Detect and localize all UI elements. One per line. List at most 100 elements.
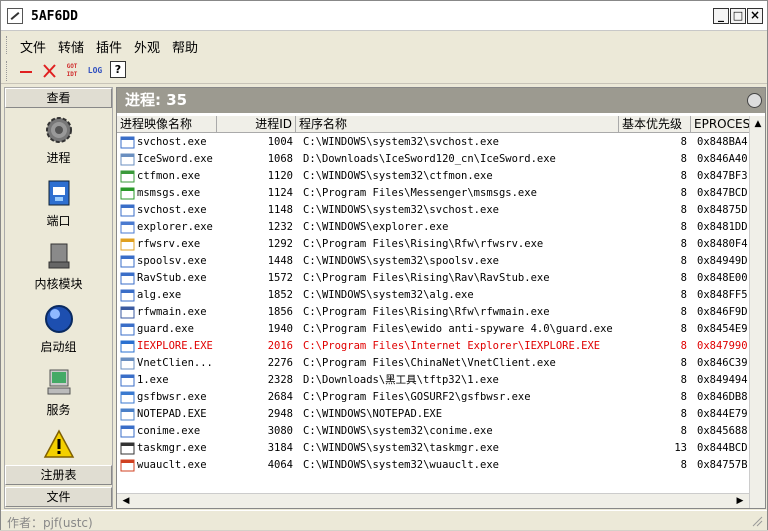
cell-program-path: C:\Program Files\ewido anti-spyware 4.0\… [303, 323, 613, 335]
got-idt-button[interactable]: GOT IDT [63, 61, 81, 81]
cell-pid: 2684 [267, 391, 293, 403]
sidebar-header-view[interactable]: 查看 [5, 88, 112, 108]
notepad-icon [120, 408, 135, 421]
network-port-icon [48, 180, 69, 206]
table-row[interactable]: spoolsv.exe 1448 C:\WINDOWS\system32\spool… [117, 253, 765, 270]
sidebar-item-ports[interactable]: 端口 [5, 177, 112, 229]
cell-base-priority: 8 [680, 340, 687, 352]
sidebar-header-file[interactable]: 文件 [5, 487, 112, 507]
window-icon [120, 272, 135, 285]
scroll-right-arrow[interactable]: ▶ [733, 494, 747, 508]
column-eprocess[interactable]: EPROCESS [691, 116, 749, 133]
sidebar-item-warning[interactable] [5, 429, 112, 461]
table-row[interactable]: 1.exe 2328 D:\Downloads\黑工具\tftp32\1.exe 8 0… [117, 372, 765, 389]
cell-image-name: rfwsrv.exe [137, 238, 201, 250]
table-row[interactable]: VnetClien... 2276 C:\Program Files\ChinaNe… [117, 355, 765, 372]
table-row[interactable]: taskmgr.exe 3184 C:\WINDOWS\system32\taskm… [117, 440, 765, 457]
process-count: 进程: 35 [125, 91, 188, 109]
window-icon [120, 425, 135, 438]
scroll-left-arrow[interactable]: ◀ [119, 494, 133, 508]
column-image-name[interactable]: 进程映像名称 [117, 116, 217, 133]
table-row[interactable]: IEXPLORE.EXE 2016 C:\Program Files\Interne… [117, 338, 765, 355]
toolbar-grip [6, 61, 9, 81]
cell-program-path: C:\WINDOWS\explorer.exe [303, 221, 449, 233]
maximize-button[interactable]: □ [730, 8, 746, 24]
column-base-priority[interactable]: 基本优先级 [619, 116, 691, 133]
menu-plugins[interactable]: 插件 [96, 37, 122, 56]
table-row[interactable]: RavStub.exe 1572 C:\Program Files\Rising\R… [117, 270, 765, 287]
table-row[interactable]: ctfmon.exe 1120 C:\WINDOWS\system32\ctfmon… [117, 168, 765, 185]
menu-dump[interactable]: 转储 [58, 37, 84, 56]
window-icon [120, 323, 135, 336]
cell-program-path: C:\WINDOWS\system32\taskmgr.exe [303, 442, 499, 454]
table-row[interactable]: NOTEPAD.EXE 2948 C:\WINDOWS\NOTEPAD.EXE 8 0x… [117, 406, 765, 423]
sidebar-item-kernel-modules[interactable]: 内核模块 [5, 240, 112, 292]
cell-base-priority: 8 [680, 357, 687, 369]
table-row[interactable]: alg.exe 1852 C:\WINDOWS\system32\alg.exe 8 0… [117, 287, 765, 304]
horizontal-scrollbar[interactable]: ◀ ▶ [117, 493, 749, 508]
cell-pid: 2948 [267, 408, 293, 420]
minimize-button[interactable]: _ [713, 8, 729, 24]
refresh-icon[interactable] [747, 93, 762, 108]
resize-grip-icon[interactable] [751, 515, 763, 527]
app-icon [120, 357, 135, 370]
close-button[interactable]: × [747, 8, 763, 24]
column-pid[interactable]: 进程ID [217, 116, 296, 133]
table-row[interactable]: wuauclt.exe 4064 C:\WINDOWS\system32\wuauc… [117, 457, 765, 474]
sidebar-item-label: 启动组 [40, 340, 77, 354]
menu-file[interactable]: 文件 [20, 37, 46, 56]
window-icon [120, 289, 135, 302]
menu-appearance[interactable]: 外观 [134, 37, 160, 56]
table-row[interactable]: guard.exe 1940 C:\Program Files\ewido anti… [117, 321, 765, 338]
table-row[interactable]: conime.exe 3080 C:\WINDOWS\system32\conime… [117, 423, 765, 440]
sidebar-item-processes[interactable]: 进程 [5, 114, 112, 166]
hard-drive-icon [48, 243, 69, 269]
cell-pid: 1856 [267, 306, 293, 318]
table-row[interactable]: rfwmain.exe 1856 C:\Program Files\Rising\R… [117, 304, 765, 321]
kill-process-button[interactable] [41, 61, 57, 81]
cell-image-name: VnetClien... [137, 357, 213, 369]
table-row[interactable]: gsfbwsr.exe 2684 C:\Program Files\GOSURF2\… [117, 389, 765, 406]
explorer-icon [120, 221, 135, 234]
table-row[interactable]: msmsgs.exe 1124 C:\Program Files\Messenger… [117, 185, 765, 202]
log-button[interactable]: LOG [86, 61, 104, 81]
title-bar[interactable]: 5AF6DD _ □ × [1, 1, 767, 31]
cell-base-priority: 8 [680, 408, 687, 420]
cell-pid: 1940 [267, 323, 293, 335]
cell-program-path: C:\WINDOWS\system32\alg.exe [303, 289, 474, 301]
menu-help[interactable]: 帮助 [172, 37, 198, 56]
scroll-up-arrow[interactable]: ▲ [751, 117, 765, 131]
cell-image-name: taskmgr.exe [137, 442, 207, 454]
sidebar-item-label: 端口 [46, 214, 71, 228]
sidebar-header-registry[interactable]: 注册表 [5, 465, 112, 485]
help-button[interactable]: ? [110, 61, 126, 78]
window-title: 5AF6DD [31, 9, 78, 24]
process-count-header: 进程: 35 [117, 88, 765, 113]
cell-image-name: gsfbwsr.exe [137, 391, 207, 403]
window-icon [120, 255, 135, 268]
cell-base-priority: 8 [680, 306, 687, 318]
toolbar: GOT IDT LOG ? [1, 58, 767, 84]
table-row[interactable]: svchost.exe 1148 C:\WINDOWS\system32\svcho… [117, 202, 765, 219]
table-row[interactable]: explorer.exe 1232 C:\WINDOWS\explorer.exe 8… [117, 219, 765, 236]
cell-base-priority: 8 [680, 170, 687, 182]
cell-base-priority: 8 [680, 374, 687, 386]
globe-icon [120, 391, 135, 404]
table-row[interactable]: rfwsrv.exe 1292 C:\Program Files\Rising\Rf… [117, 236, 765, 253]
cell-image-name: wuauclt.exe [137, 459, 207, 471]
sidebar-item-services[interactable]: 服务 [5, 366, 112, 418]
column-program-name[interactable]: 程序名称 [296, 116, 619, 133]
app-icon [120, 153, 135, 166]
cell-image-name: msmsgs.exe [137, 187, 201, 199]
vertical-scrollbar[interactable]: ▲ [749, 116, 765, 508]
table-row[interactable]: IceSword.exe 1068 D:\Downloads\IceSword120… [117, 151, 765, 168]
cell-base-priority: 8 [680, 221, 687, 233]
cell-image-name: svchost.exe [137, 136, 207, 148]
cell-pid: 2328 [267, 374, 293, 386]
cell-base-priority: 8 [680, 289, 687, 301]
table-row[interactable]: svchost.exe 1004 C:\WINDOWS\system32\svcho… [117, 134, 765, 151]
cell-base-priority: 8 [680, 238, 687, 250]
sidebar-item-startup[interactable]: 启动组 [5, 303, 112, 355]
cell-pid: 4064 [267, 459, 293, 471]
minus-button[interactable] [18, 61, 34, 81]
